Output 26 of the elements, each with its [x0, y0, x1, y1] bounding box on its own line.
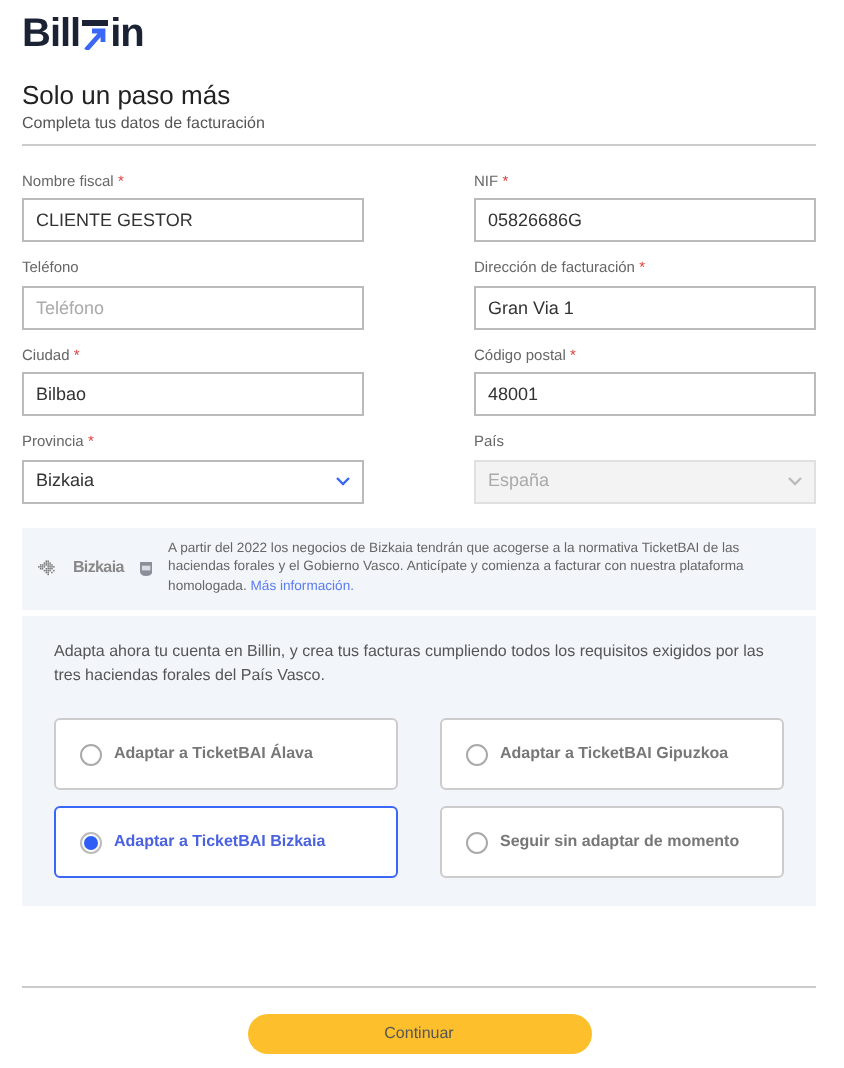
radio-option[interactable]: Adaptar a TicketBAI Álava: [54, 718, 398, 791]
intro-text: Adapta ahora tu cuenta en Billin, y crea tus facturas cumpliendo todos los requisitos exigidos por las tres haciendas forales del País Vasco.: [54, 640, 766, 689]
input-field[interactable]: Teléfono: [22, 285, 364, 330]
radio-option[interactable]: Adaptar a TicketBAI Bizkaia: [54, 806, 398, 879]
radio-icon: [466, 831, 488, 854]
radio-option[interactable]: Adaptar a TicketBAI Gipuzkoa: [440, 718, 784, 791]
select-field[interactable]: Bizkaia: [22, 459, 364, 504]
input-field[interactable]: Gran Via 1: [474, 285, 816, 330]
input-field[interactable]: 05826686G: [474, 198, 816, 243]
input-field[interactable]: 48001: [474, 372, 816, 417]
bizkaia-logo: Bizkaia: [72, 556, 124, 581]
chevron-down-icon: [788, 476, 802, 487]
radio-icon: [80, 831, 102, 854]
radio-icon: [80, 743, 102, 766]
continue-button[interactable]: Continuar: [247, 1014, 591, 1055]
chevron-down-icon: [336, 476, 350, 487]
logo-text: Bill: [22, 14, 81, 54]
radio-icon: [466, 743, 488, 766]
select-field: España: [474, 459, 816, 504]
logo-text: in: [110, 14, 144, 54]
input-field[interactable]: Bilbao: [22, 372, 364, 417]
page-subtitle: Completa tus datos de facturación: [22, 111, 267, 136]
radio-option[interactable]: Seguir sin adaptar de momento: [440, 806, 784, 879]
input-field[interactable]: CLIENTE GESTOR: [22, 198, 364, 243]
arrow-icon: [82, 19, 109, 49]
page-title: Solo un paso más: [22, 80, 233, 112]
